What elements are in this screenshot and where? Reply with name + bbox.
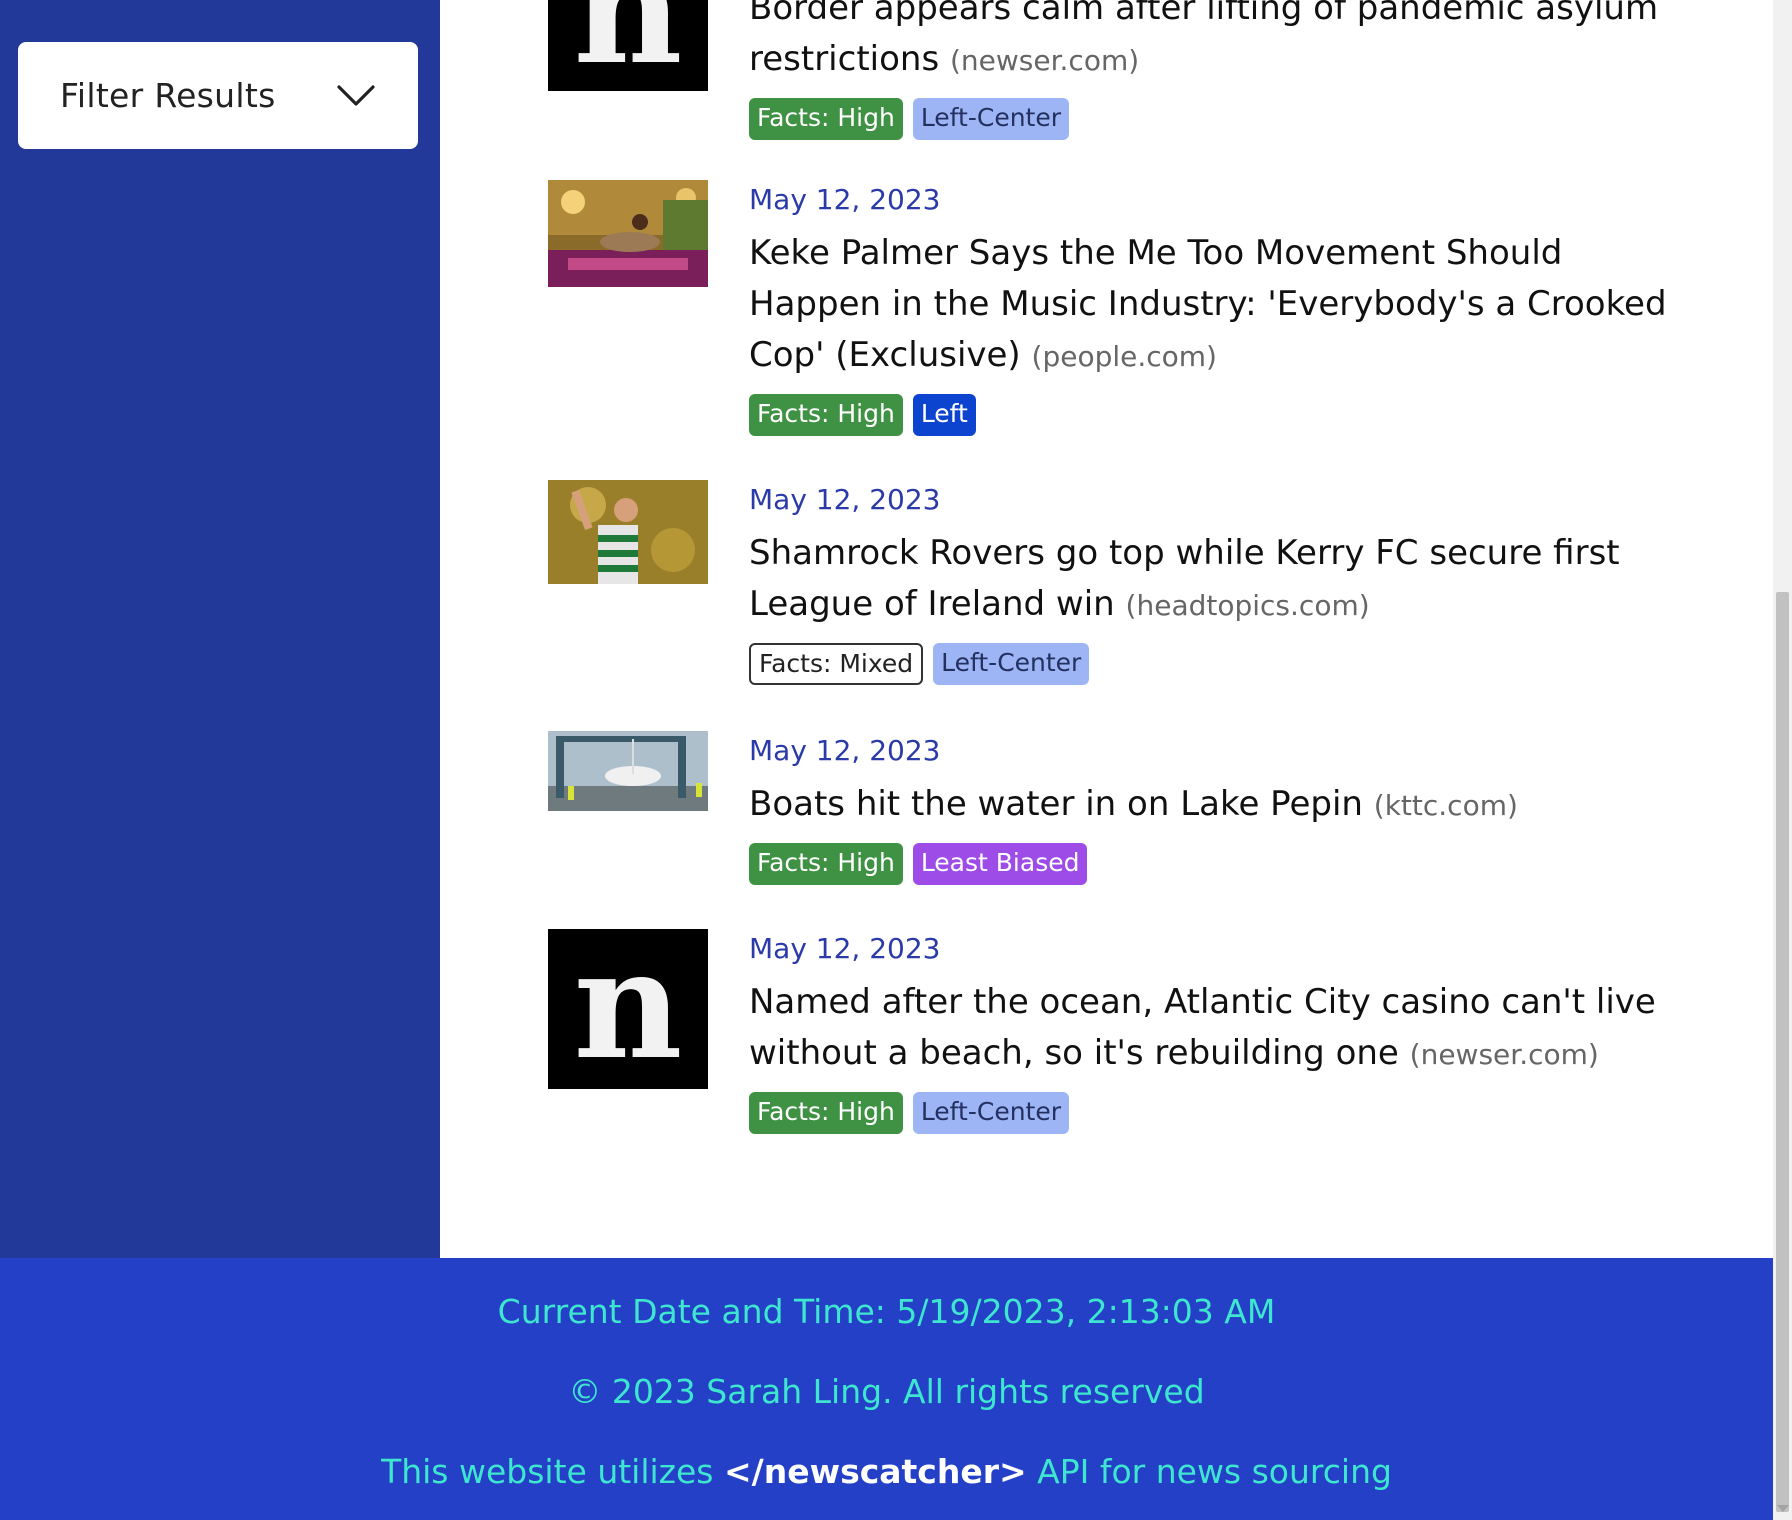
article-source: (newser.com) [949,44,1140,77]
current-datetime: Current Date and Time: 5/19/2023, 2:13:0… [497,1292,1276,1331]
svg-text:n: n [573,929,682,1089]
bias-rating-badge: Least Biased [912,843,1088,885]
newser-logo-icon: n [548,0,708,91]
article-tags: Facts: High Least Biased [749,843,1699,885]
scrollbar-thumb[interactable] [1776,592,1789,1512]
article-source: (headtopics.com) [1125,589,1370,622]
article-thumbnail[interactable]: n [548,929,708,1089]
article-date: May 12, 2023 [749,483,941,516]
facts-rating-badge: Facts: High [749,843,903,885]
article-source: (kttc.com) [1373,789,1518,822]
article-title-link[interactable]: Shamrock Rovers go top while Kerry FC se… [749,528,1699,631]
article-title-link[interactable]: Keke Palmer Says the Me Too Movement Sho… [749,228,1699,382]
article-tags: Facts: High Left [749,394,1699,436]
facts-rating-badge: Facts: High [749,1092,903,1134]
facts-rating-badge: Facts: High [749,98,903,140]
article-source: (newser.com) [1409,1038,1599,1071]
article-thumbnail[interactable] [548,731,708,811]
article-source: (people.com) [1031,340,1217,373]
keke-palmer-photo-icon [548,180,708,287]
article-thumbnail[interactable] [548,480,708,584]
article-tags: Facts: High Left-Center [749,1092,1699,1134]
sidebar: Filter Results [0,0,440,1258]
bias-rating-badge: Left-Center [912,98,1070,140]
article-title-link[interactable]: Named after the ocean, Atlantic City cas… [749,977,1699,1080]
chevron-down-icon [337,84,375,106]
copyright-text: © 2023 Sarah Ling. All rights reserved [568,1372,1205,1411]
facts-rating-badge: Facts: High [749,394,903,436]
filter-results-dropdown[interactable]: Filter Results [18,42,418,149]
article-date: May 12, 2023 [749,932,941,965]
facts-rating-badge: Facts: Mixed [749,643,924,685]
article-tags: Facts: Mixed Left-Center [749,643,1699,685]
api-credit: This website utilizes </newscatcher> API… [381,1452,1392,1491]
soccer-player-photo-icon [548,480,708,584]
newser-logo-icon: n [548,929,708,1089]
newscatcher-link[interactable]: </newscatcher> [724,1452,1027,1491]
article-thumbnail[interactable] [548,180,708,287]
svg-text:n: n [573,0,682,91]
article-title-link[interactable]: Boats hit the water in on Lake Pepin (kt… [749,779,1699,831]
bias-rating-badge: Left-Center [912,1092,1070,1134]
bias-rating-badge: Left-Center [933,643,1090,685]
filter-results-label: Filter Results [60,76,276,115]
footer: Current Date and Time: 5/19/2023, 2:13:0… [0,1258,1773,1520]
bias-rating-badge: Left [912,394,976,436]
article-title-link[interactable]: Border appears calm after lifting of pan… [749,0,1699,86]
article-tags: Facts: High Left-Center [749,98,1699,140]
boat-lift-photo-icon [548,731,708,811]
vertical-scrollbar[interactable] [1773,0,1792,1520]
scroll-down-arrow-icon[interactable] [1777,1505,1789,1512]
page: Filter Results n Border appears calm aft… [0,0,1773,1520]
article-date: May 12, 2023 [749,734,941,767]
article-thumbnail[interactable]: n [548,0,708,91]
article-date: May 12, 2023 [749,183,941,216]
